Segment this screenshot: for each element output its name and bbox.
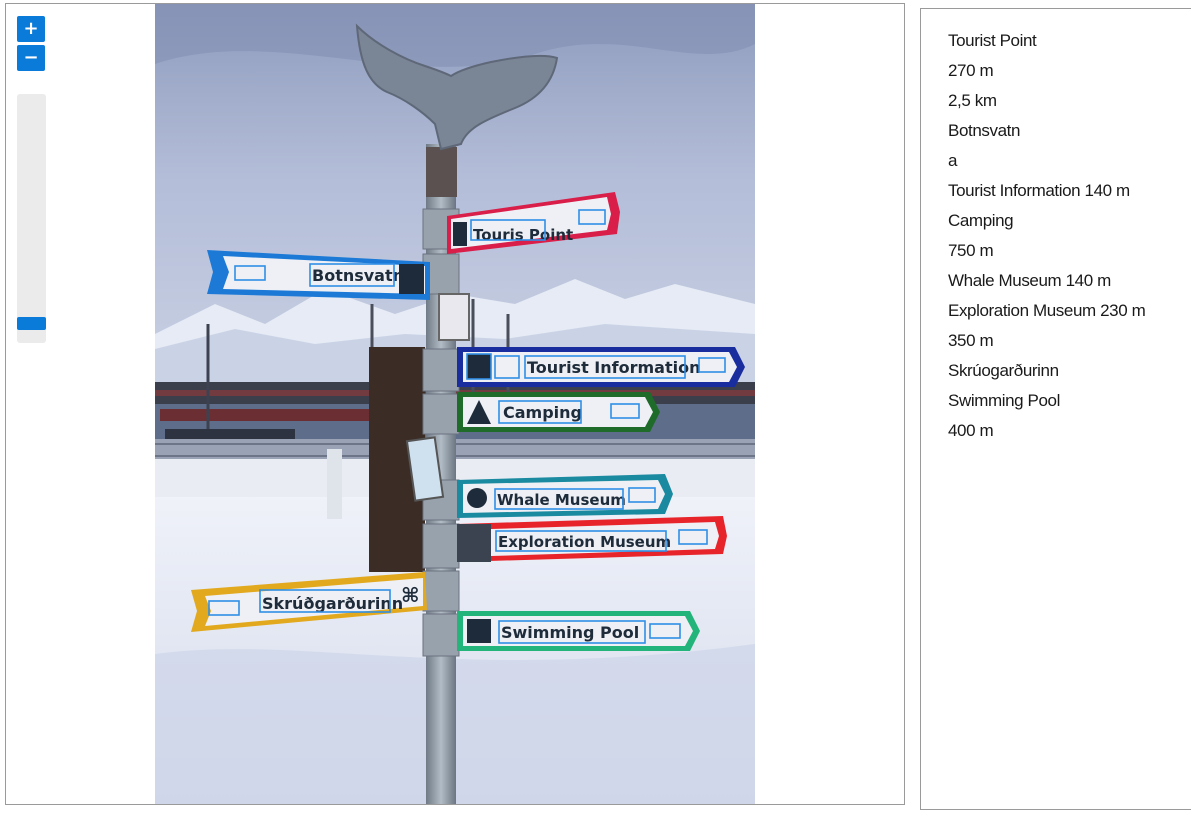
sign-botnsvatn-label: Botnsvatn: [312, 266, 404, 285]
ocr-result-item[interactable]: Exploration Museum 230 m: [948, 296, 1191, 326]
ocr-results-list: Tourist Point 270 m 2,5 km Botnsvatn a T…: [921, 9, 1191, 446]
sign-swimming-pool: Swimming Pool: [457, 611, 700, 651]
sign-whale-museum: Whale Museum: [457, 474, 673, 518]
ocr-result-item[interactable]: Botnsvatn: [948, 116, 1191, 146]
signpost-photo: Touris Point Botnsvatn Tourist Informati…: [155, 4, 755, 804]
zoom-out-button[interactable]: −: [17, 45, 45, 71]
pole-cap: [426, 147, 457, 197]
zoom-slider[interactable]: [17, 94, 46, 343]
ocr-result-item[interactable]: 350 m: [948, 326, 1191, 356]
sign-tourist-point-label: Touris Point: [473, 226, 573, 244]
zoom-slider-handle[interactable]: [17, 317, 46, 330]
photo-canvas: Touris Point Botnsvatn Tourist Informati…: [155, 4, 755, 804]
ocr-results-panel: Tourist Point 270 m 2,5 km Botnsvatn a T…: [920, 8, 1191, 810]
ocr-result-item[interactable]: Skrúogarðurinn: [948, 356, 1191, 386]
ocr-result-item[interactable]: 2,5 km: [948, 86, 1191, 116]
sign-camping: Camping: [457, 392, 660, 432]
image-viewer[interactable]: + − Touris Point Botnsvatn Tourist Infor…: [5, 3, 905, 805]
sign-exploration-museum-label: Exploration Museum: [498, 533, 671, 551]
ocr-result-item[interactable]: 750 m: [948, 236, 1191, 266]
sign-camping-label: Camping: [503, 403, 582, 422]
ocr-result-item[interactable]: a: [948, 146, 1191, 176]
ocr-result-item[interactable]: 270 m: [948, 56, 1191, 86]
sign-whale-museum-label: Whale Museum: [497, 491, 626, 509]
sign-swimming-pool-label: Swimming Pool: [501, 623, 639, 642]
ocr-result-item[interactable]: Tourist Information 140 m: [948, 176, 1191, 206]
ocr-result-item[interactable]: Whale Museum 140 m: [948, 266, 1191, 296]
small-plate: [438, 293, 470, 341]
pier: [160, 409, 390, 421]
sign-tourist-information-label: Tourist Information: [527, 358, 700, 377]
bollard: [327, 449, 342, 519]
zoom-in-button[interactable]: +: [17, 16, 45, 42]
sign-skruogardurinn-label: Skrúðgarðurinn: [262, 594, 403, 613]
command-icon: ⌘: [401, 583, 420, 607]
ocr-result-item[interactable]: Camping: [948, 206, 1191, 236]
sign-tourist-information: Tourist Information: [457, 347, 745, 387]
ocr-result-item[interactable]: Tourist Point: [948, 26, 1191, 56]
ocr-result-item[interactable]: Swimming Pool: [948, 386, 1191, 416]
ocr-result-item[interactable]: 400 m: [948, 416, 1191, 446]
